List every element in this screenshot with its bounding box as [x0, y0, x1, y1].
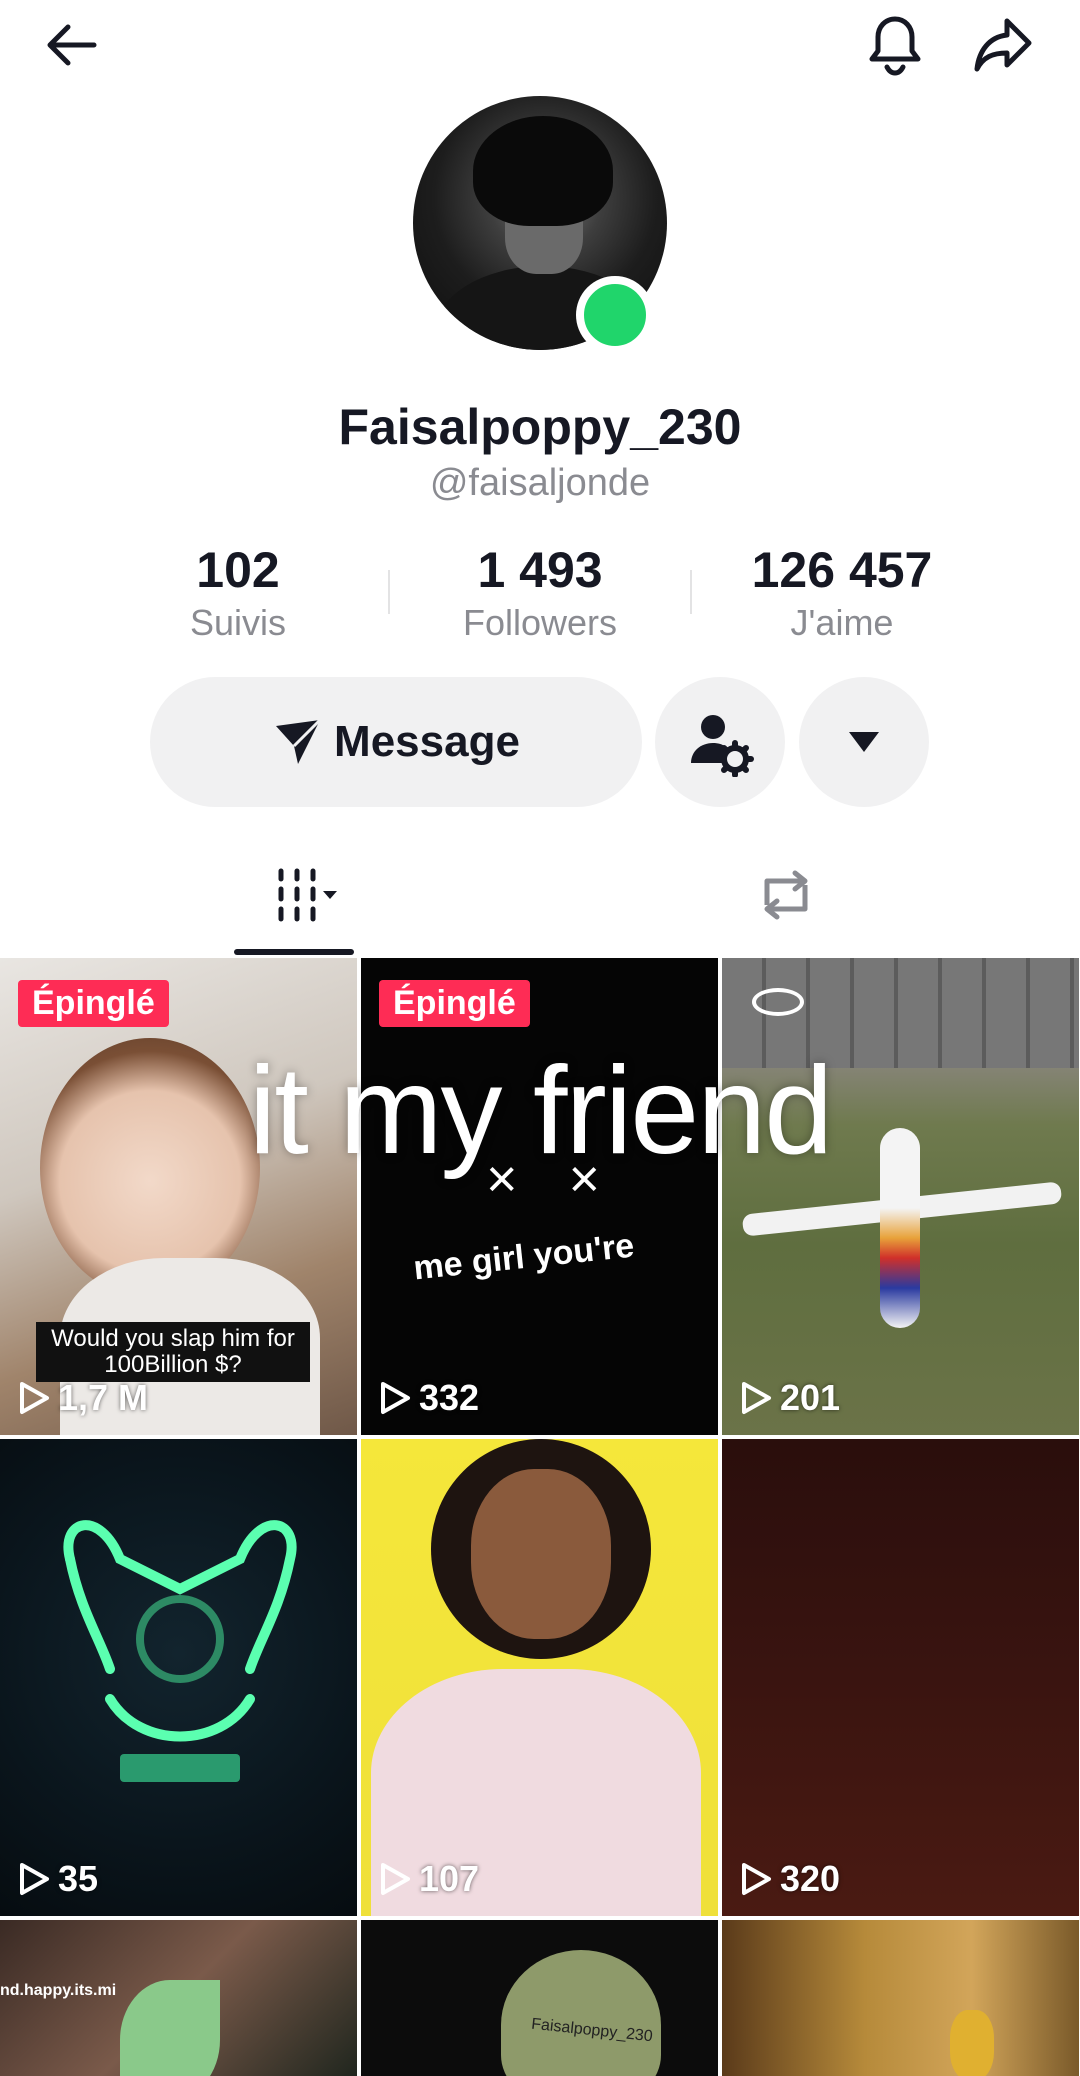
- view-count: 320: [740, 1858, 840, 1900]
- video-tile[interactable]: [722, 1920, 1079, 2076]
- view-count-value: 201: [780, 1377, 841, 1418]
- view-count-value: 1,7 M: [58, 1377, 149, 1418]
- share-button[interactable]: [958, 0, 1048, 90]
- follow-settings-button[interactable]: [655, 677, 785, 807]
- back-arrow-icon: [47, 24, 97, 66]
- stat-divider: [388, 570, 390, 614]
- play-icon: [742, 1382, 771, 1414]
- view-count: 1,7 M: [18, 1377, 148, 1419]
- stat-followers-label: Followers: [462, 602, 618, 643]
- video-tile[interactable]: Faisalpoppy_230: [361, 1920, 718, 2076]
- pinned-badge: Épinglé: [18, 980, 169, 1027]
- message-button[interactable]: Message: [150, 677, 642, 807]
- view-count: 332: [379, 1377, 479, 1419]
- pinned-badge: Épinglé: [379, 980, 530, 1027]
- person-gear-icon: [691, 715, 754, 777]
- play-icon: [20, 1382, 49, 1414]
- message-button-label: Message: [334, 717, 520, 766]
- view-count-value: 107: [419, 1858, 480, 1899]
- tab-reposts[interactable]: [726, 850, 846, 940]
- video-tile[interactable]: Would you slap him for 100Billion $? Épi…: [0, 958, 357, 1435]
- tab-videos[interactable]: [234, 850, 354, 940]
- eye-icon: [752, 988, 804, 1016]
- video-tile[interactable]: 320: [722, 1439, 1079, 1916]
- back-button[interactable]: [27, 0, 117, 90]
- view-count-value: 320: [780, 1858, 841, 1899]
- stat-following[interactable]: 102 Suivis: [108, 540, 368, 646]
- tile-caption: nd.happy.its.mi: [0, 1982, 117, 1999]
- view-count: 201: [740, 1377, 840, 1419]
- view-count: 35: [18, 1858, 98, 1900]
- display-name: Faisalpoppy_230: [338, 399, 742, 455]
- video-tile[interactable]: nd.happy.its.mi: [0, 1920, 357, 2076]
- face-shape: [471, 1469, 611, 1639]
- video-tile[interactable]: × × me girl you're Épinglé 332: [361, 958, 718, 1435]
- pineapple-shape: [950, 2010, 994, 2076]
- video-tile[interactable]: 201: [722, 958, 1079, 1435]
- beanie-shape: [501, 1950, 661, 2076]
- play-icon: [742, 1863, 771, 1895]
- share-icon: [974, 18, 1032, 72]
- video-tile[interactable]: 107: [361, 1439, 718, 1916]
- more-options-button[interactable]: [799, 677, 929, 807]
- overlay-caption: it my friend: [248, 1042, 833, 1180]
- view-count-value: 35: [58, 1858, 99, 1899]
- active-tab-indicator: [234, 949, 354, 955]
- online-status-indicator: [576, 276, 654, 354]
- view-count: 107: [379, 1858, 479, 1900]
- neon-cat-logo: [63, 1520, 297, 1782]
- notifications-button[interactable]: [850, 0, 940, 90]
- play-icon: [381, 1382, 410, 1414]
- caption-box: Would you slap him for 100Billion $?: [36, 1322, 310, 1382]
- stat-likes-label: J'aime: [790, 602, 894, 643]
- tile-caption: me girl you're: [411, 1226, 636, 1288]
- stat-followers[interactable]: 1 493 Followers: [410, 540, 670, 646]
- stat-divider: [690, 570, 692, 614]
- view-count-value: 332: [419, 1377, 480, 1418]
- grid-icon: [278, 868, 337, 922]
- caret-down-icon: [849, 732, 879, 752]
- stat-following-value: 102: [196, 542, 280, 598]
- repost-icon: [764, 870, 808, 920]
- bell-icon: [869, 16, 921, 76]
- play-icon: [381, 1863, 410, 1895]
- play-icon: [20, 1863, 49, 1895]
- avatar-hair-shape: [473, 116, 613, 226]
- stat-following-label: Suivis: [189, 602, 287, 643]
- stat-likes[interactable]: 126 457 J'aime: [712, 540, 972, 646]
- stat-likes-value: 126 457: [751, 542, 933, 598]
- video-tile[interactable]: 35: [0, 1439, 357, 1916]
- stat-followers-value: 1 493: [477, 542, 603, 598]
- username: @faisaljonde: [429, 462, 651, 504]
- send-icon: [276, 718, 322, 764]
- leaf-shape: [120, 1980, 220, 2076]
